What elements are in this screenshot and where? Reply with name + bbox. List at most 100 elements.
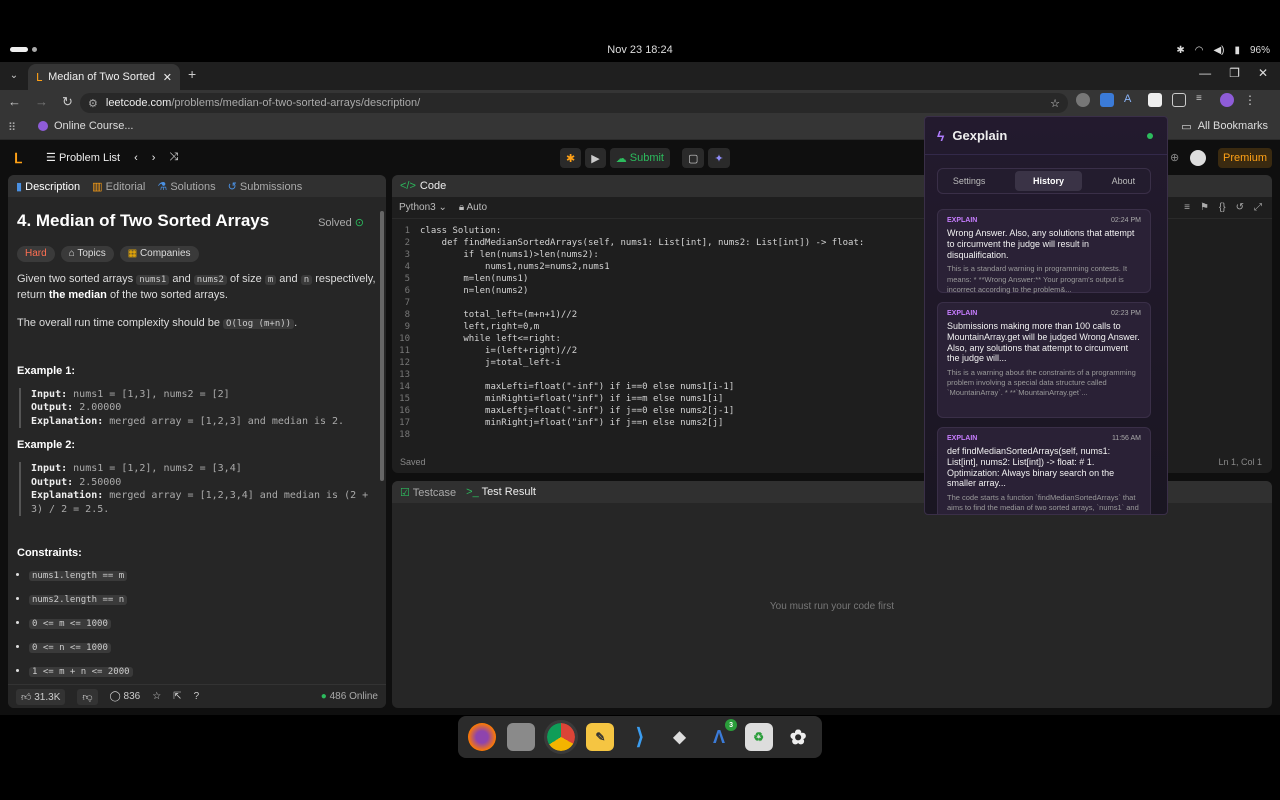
- trash-icon[interactable]: ♻: [744, 723, 773, 751]
- site-info-icon[interactable]: ⚙: [88, 97, 98, 110]
- submit-button[interactable]: ☁ Submit: [609, 148, 670, 168]
- reading-list-icon[interactable]: ≡: [1196, 93, 1210, 107]
- restore-icon[interactable]: ❐: [1229, 66, 1240, 80]
- tab-testcase[interactable]: ☑ Testcase: [400, 486, 456, 499]
- like-button[interactable]: 👍︎ 31.3K: [16, 688, 66, 705]
- dislike-button[interactable]: 👎︎: [77, 688, 98, 705]
- profile-icon[interactable]: [1220, 93, 1234, 107]
- favorite-star-icon[interactable]: ☆: [152, 691, 161, 702]
- url-host: leetcode.com: [105, 97, 172, 109]
- tab-history[interactable]: History: [1014, 171, 1082, 191]
- line-number: 7: [404, 298, 410, 308]
- fullscreen-icon[interactable]: ⤢: [1254, 202, 1262, 213]
- tab-test-result[interactable]: >_ Test Result: [466, 486, 536, 498]
- tab-settings[interactable]: Settings: [953, 176, 986, 186]
- tab-search-chevron-icon[interactable]: ⌄: [6, 66, 22, 84]
- puzzle-icon[interactable]: [1172, 93, 1186, 107]
- tab-description[interactable]: ▮ Description: [16, 180, 80, 193]
- list-icon: ☰: [46, 152, 56, 164]
- invite-icon[interactable]: ⊕: [1170, 151, 1179, 164]
- extension-icon[interactable]: A: [1124, 93, 1138, 107]
- all-bookmarks-button[interactable]: ▭ All Bookmarks: [1181, 120, 1268, 133]
- history-card[interactable]: EXPLAIN 02:23 PM Submissions making more …: [937, 302, 1151, 418]
- close-window-icon[interactable]: ✕: [1258, 66, 1268, 80]
- example-2-title: Example 2:: [17, 439, 76, 452]
- line-number: 17: [399, 418, 410, 428]
- files-icon[interactable]: [507, 723, 536, 751]
- run-button[interactable]: ▶: [585, 148, 606, 168]
- prev-problem-icon[interactable]: ‹: [134, 152, 138, 164]
- gexplain-extension-icon[interactable]: [1148, 93, 1162, 107]
- next-problem-icon[interactable]: ›: [152, 152, 156, 164]
- tab-about[interactable]: About: [1112, 176, 1136, 186]
- bookmark-icon[interactable]: ⚑: [1200, 202, 1209, 213]
- line-code: total_left=(m+n+1)//2: [420, 310, 578, 320]
- chrome-icon[interactable]: [543, 720, 578, 754]
- avatar[interactable]: [1190, 150, 1206, 166]
- braces-icon[interactable]: {}: [1219, 202, 1226, 213]
- apps-grid-icon[interactable]: ⠿: [8, 121, 16, 134]
- gexplain-tabs: Settings History About: [937, 168, 1151, 194]
- premium-button[interactable]: Premium: [1218, 148, 1272, 168]
- comments-button[interactable]: ◯ 836: [110, 691, 141, 702]
- runtime-requirement: The overall run time complexity should b…: [17, 317, 298, 330]
- line-number: 6: [404, 286, 410, 296]
- ai-assistant-button[interactable]: ✦: [708, 148, 730, 168]
- description-scrollbar[interactable]: [380, 211, 384, 481]
- leetcode-logo-icon[interactable]: ᒪ: [14, 150, 22, 167]
- help-icon[interactable]: ?: [194, 691, 200, 702]
- list-item: 0 <= n <= 1000: [29, 640, 377, 656]
- text-editor-icon[interactable]: ✎: [586, 723, 615, 751]
- tab-submissions[interactable]: ↺ Submissions: [228, 180, 303, 193]
- history-card[interactable]: EXPLAIN 02:24 PM Wrong Answer. Also, any …: [937, 209, 1151, 294]
- android-studio-icon[interactable]: Λ3: [705, 719, 738, 751]
- more-menu-icon[interactable]: ⋮: [1244, 93, 1258, 107]
- reset-icon[interactable]: ↺: [1236, 202, 1244, 213]
- companies-tag[interactable]: ▦ Companies: [119, 245, 199, 263]
- language-select[interactable]: Python3 ⌄: [399, 202, 447, 213]
- minimize-icon[interactable]: —: [1199, 66, 1211, 80]
- line-code: nums1,nums2=nums2,nums1: [420, 262, 610, 272]
- test-empty-message: You must run your code first: [769, 601, 895, 612]
- system-datetime[interactable]: Nov 23 18:24: [607, 44, 672, 56]
- line-number: 13: [399, 370, 410, 380]
- vscode-icon[interactable]: ⟩: [626, 723, 654, 751]
- problem-list-button[interactable]: ☰ Problem List: [46, 151, 120, 164]
- address-bar[interactable]: ⚙ leetcode.com /problems/median-of-two-s…: [80, 93, 1068, 113]
- bookmark-star-icon[interactable]: ☆: [1050, 97, 1060, 110]
- line-number: 2: [404, 238, 410, 248]
- line-code: minRighti=float("inf") if i==m else nums…: [420, 394, 724, 404]
- auto-mode[interactable]: 🔒︎ Auto: [459, 202, 487, 213]
- tag-icon: ⌂: [68, 247, 75, 259]
- activities-indicator[interactable]: [10, 47, 37, 52]
- new-tab-button[interactable]: +: [188, 66, 196, 82]
- extension-icon[interactable]: [1076, 93, 1090, 107]
- share-icon[interactable]: ⇱: [173, 691, 181, 702]
- format-icon[interactable]: ≡: [1184, 202, 1190, 213]
- browser-tab[interactable]: ᒪ Median of Two Sorted A ✕: [28, 64, 180, 90]
- notes-button[interactable]: ▢: [682, 148, 705, 168]
- list-item: 0 <= m <= 1000: [29, 616, 377, 632]
- firefox-icon[interactable]: [467, 723, 496, 751]
- extension-icon[interactable]: [1100, 93, 1114, 107]
- close-tab-icon[interactable]: ✕: [163, 71, 172, 84]
- topics-tag[interactable]: ⌂ Topics: [60, 245, 114, 263]
- package-icon[interactable]: ◆: [666, 723, 694, 751]
- tab-solutions[interactable]: ⚗ Solutions: [157, 180, 215, 193]
- line-code: if len(nums1)>len(nums2):: [420, 250, 599, 260]
- app-grid-icon[interactable]: ✿: [784, 723, 812, 751]
- run-actions: ✱ ▶ ☁ Submit ▢ ✦: [560, 148, 730, 168]
- line-number: 8: [404, 310, 410, 320]
- reload-icon[interactable]: ↻: [62, 94, 73, 110]
- line-number: 5: [404, 274, 410, 284]
- system-tray[interactable]: ✱ ◠ ◀) ▮ 96%: [1176, 40, 1270, 60]
- bookmark-online-course[interactable]: Online Course...: [38, 120, 133, 132]
- tab-editorial[interactable]: ▥ Editorial: [92, 180, 145, 193]
- debug-button[interactable]: ✱: [560, 148, 582, 168]
- thumbs-down-icon: 👎︎: [82, 691, 93, 703]
- forward-icon[interactable]: →: [35, 94, 48, 110]
- back-icon[interactable]: ←: [8, 94, 21, 110]
- history-card[interactable]: EXPLAIN 11:56 AM def findMedianSortedArra…: [937, 427, 1151, 514]
- shuffle-icon[interactable]: ⤨: [169, 151, 178, 164]
- bluetooth-icon: ✱: [1176, 44, 1185, 56]
